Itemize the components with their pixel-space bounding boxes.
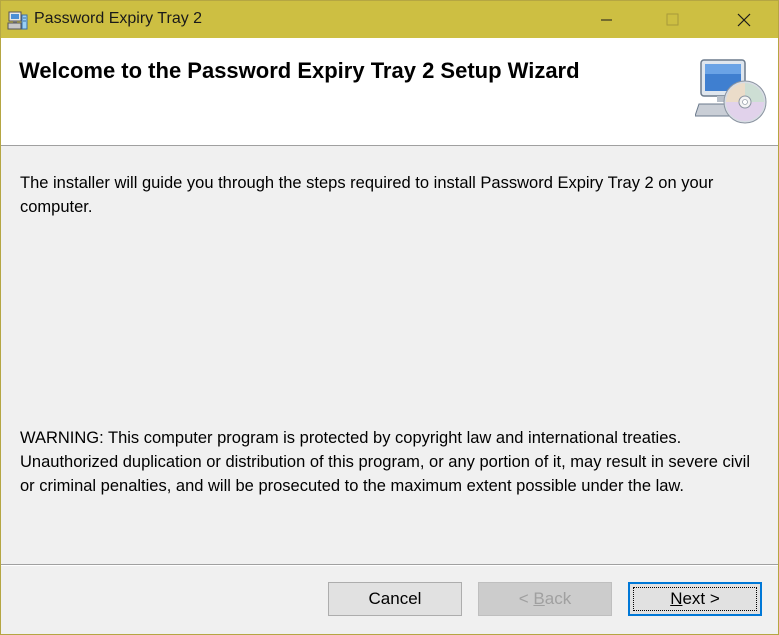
- close-button[interactable]: [720, 1, 768, 38]
- setup-wizard-window: Password Expiry Tray 2 Welcome to the Pa…: [0, 0, 779, 635]
- intro-text: The installer will guide you through the…: [20, 174, 714, 216]
- computer-cd-icon: [695, 59, 767, 124]
- minimize-button[interactable]: [583, 1, 631, 38]
- back-button-mnemonic: B: [533, 589, 545, 608]
- back-button-label: ack: [544, 589, 572, 608]
- page-title: Welcome to the Password Expiry Tray 2 Se…: [19, 58, 580, 83]
- footer-divider: [1, 564, 778, 566]
- maximize-button: [649, 1, 697, 38]
- cancel-button-label: Cancel: [368, 589, 422, 608]
- back-button: < Back: [478, 582, 612, 616]
- installer-app-icon: [7, 11, 28, 30]
- close-icon: [737, 13, 751, 26]
- title-bar[interactable]: Password Expiry Tray 2: [1, 1, 778, 38]
- copyright-warning-text: WARNING: This computer program is protec…: [20, 429, 751, 495]
- maximize-icon: [666, 13, 679, 25]
- next-button[interactable]: Next >: [628, 582, 762, 616]
- wizard-header-banner: Welcome to the Password Expiry Tray 2 Se…: [1, 38, 778, 146]
- minimize-icon: [601, 19, 612, 20]
- window-title: Password Expiry Tray 2: [34, 10, 203, 27]
- focus-rectangle: [633, 587, 757, 611]
- back-button-prefix: <: [518, 589, 534, 608]
- cancel-button[interactable]: Cancel: [328, 582, 462, 616]
